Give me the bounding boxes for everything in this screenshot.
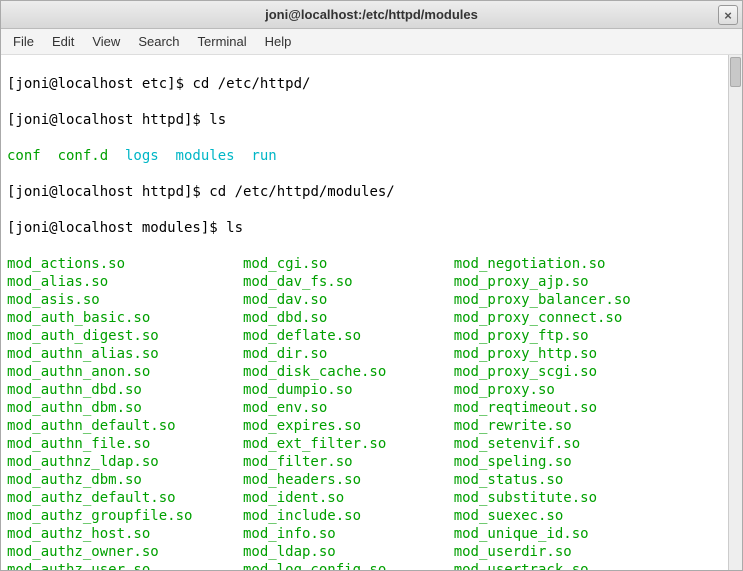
file-entry: mod_dav.so	[243, 291, 454, 309]
scrollbar[interactable]	[728, 55, 742, 570]
ls-output-columns: mod_actions.somod_alias.somod_asis.somod…	[7, 255, 736, 570]
file-entry: mod_authn_dbm.so	[7, 399, 243, 417]
file-entry: mod_authn_dbd.so	[7, 381, 243, 399]
file-entry: mod_actions.so	[7, 255, 243, 273]
file-entry: mod_filter.so	[243, 453, 454, 471]
file-entry: mod_authn_alias.so	[7, 345, 243, 363]
file-entry: mod_proxy_http.so	[454, 345, 631, 363]
file-entry: mod_authnz_ldap.so	[7, 453, 243, 471]
close-icon: ×	[724, 8, 732, 23]
terminal-line: [joni@localhost httpd]$ cd /etc/httpd/mo…	[7, 183, 736, 201]
file-entry: mod_userdir.so	[454, 543, 631, 561]
file-entry: mod_authz_groupfile.so	[7, 507, 243, 525]
file-entry: mod_disk_cache.so	[243, 363, 454, 381]
command-text: cd /etc/httpd/modules/	[209, 184, 394, 200]
file-entry: mod_expires.so	[243, 417, 454, 435]
file-entry: mod_auth_basic.so	[7, 309, 243, 327]
file-entry: mod_proxy_ftp.so	[454, 327, 631, 345]
file-entry: mod_proxy_balancer.so	[454, 291, 631, 309]
file-entry: mod_suexec.so	[454, 507, 631, 525]
file-entry: mod_authz_user.so	[7, 561, 243, 570]
file-entry: mod_asis.so	[7, 291, 243, 309]
file-entry: mod_authz_owner.so	[7, 543, 243, 561]
file-entry: mod_dbd.so	[243, 309, 454, 327]
file-entry: mod_negotiation.so	[454, 255, 631, 273]
dir-entry: logs	[125, 147, 159, 165]
file-entry: mod_authz_default.so	[7, 489, 243, 507]
file-entry: mod_ldap.so	[243, 543, 454, 561]
file-entry: mod_rewrite.so	[454, 417, 631, 435]
file-entry: mod_proxy_connect.so	[454, 309, 631, 327]
command-text: ls	[226, 220, 243, 236]
terminal-area[interactable]: [joni@localhost etc]$ cd /etc/httpd/ [jo…	[1, 55, 742, 570]
ls-column-2: mod_cgi.somod_dav_fs.somod_dav.somod_dbd…	[243, 255, 454, 570]
file-entry: mod_authn_anon.so	[7, 363, 243, 381]
file-entry: mod_headers.so	[243, 471, 454, 489]
menu-view[interactable]: View	[92, 34, 120, 49]
command-text: cd /etc/httpd/	[192, 76, 310, 92]
file-entry: mod_authz_host.so	[7, 525, 243, 543]
file-entry: mod_status.so	[454, 471, 631, 489]
file-entry: mod_auth_digest.so	[7, 327, 243, 345]
window-title: joni@localhost:/etc/httpd/modules	[265, 7, 478, 22]
ls-column-1: mod_actions.somod_alias.somod_asis.somod…	[7, 255, 243, 570]
file-entry: mod_unique_id.so	[454, 525, 631, 543]
file-entry: mod_authn_default.so	[7, 417, 243, 435]
menu-bar: File Edit View Search Terminal Help	[1, 29, 742, 55]
file-entry: mod_log_config.so	[243, 561, 454, 570]
terminal-line: [joni@localhost etc]$ cd /etc/httpd/	[7, 75, 736, 93]
file-entry: mod_usertrack.so	[454, 561, 631, 570]
prompt: [joni@localhost modules]$	[7, 220, 226, 236]
file-entry: mod_dav_fs.so	[243, 273, 454, 291]
terminal-line: [joni@localhost httpd]$ ls	[7, 111, 736, 129]
prompt: [joni@localhost httpd]$	[7, 184, 209, 200]
menu-terminal[interactable]: Terminal	[198, 34, 247, 49]
file-entry: mod_setenvif.so	[454, 435, 631, 453]
menu-file[interactable]: File	[13, 34, 34, 49]
terminal-line: [joni@localhost modules]$ ls	[7, 219, 736, 237]
file-entry: mod_env.so	[243, 399, 454, 417]
scroll-thumb[interactable]	[730, 57, 741, 87]
file-entry: mod_cgi.so	[243, 255, 454, 273]
file-entry: mod_include.so	[243, 507, 454, 525]
dir-entry: run	[251, 147, 276, 165]
terminal-window: joni@localhost:/etc/httpd/modules × File…	[0, 0, 743, 571]
file-entry: mod_ident.so	[243, 489, 454, 507]
command-text: ls	[209, 112, 226, 128]
file-entry: mod_dir.so	[243, 345, 454, 363]
file-entry: mod_dumpio.so	[243, 381, 454, 399]
file-entry: mod_reqtimeout.so	[454, 399, 631, 417]
menu-help[interactable]: Help	[265, 34, 292, 49]
ls-output: conf conf.d logs modules run	[7, 147, 736, 165]
file-entry: mod_speling.so	[454, 453, 631, 471]
file-entry: mod_proxy_scgi.so	[454, 363, 631, 381]
file-entry: mod_ext_filter.so	[243, 435, 454, 453]
dir-entry: conf	[7, 147, 41, 165]
file-entry: mod_info.so	[243, 525, 454, 543]
menu-search[interactable]: Search	[138, 34, 179, 49]
prompt: [joni@localhost httpd]$	[7, 112, 209, 128]
dir-entry: modules	[176, 147, 235, 165]
file-entry: mod_proxy.so	[454, 381, 631, 399]
prompt: [joni@localhost etc]$	[7, 76, 192, 92]
file-entry: mod_substitute.so	[454, 489, 631, 507]
file-entry: mod_deflate.so	[243, 327, 454, 345]
menu-edit[interactable]: Edit	[52, 34, 74, 49]
file-entry: mod_proxy_ajp.so	[454, 273, 631, 291]
ls-column-3: mod_negotiation.somod_proxy_ajp.somod_pr…	[454, 255, 631, 570]
dir-entry: conf.d	[58, 147, 109, 165]
file-entry: mod_alias.so	[7, 273, 243, 291]
title-bar: joni@localhost:/etc/httpd/modules ×	[1, 1, 742, 29]
file-entry: mod_authn_file.so	[7, 435, 243, 453]
close-button[interactable]: ×	[718, 5, 738, 25]
file-entry: mod_authz_dbm.so	[7, 471, 243, 489]
